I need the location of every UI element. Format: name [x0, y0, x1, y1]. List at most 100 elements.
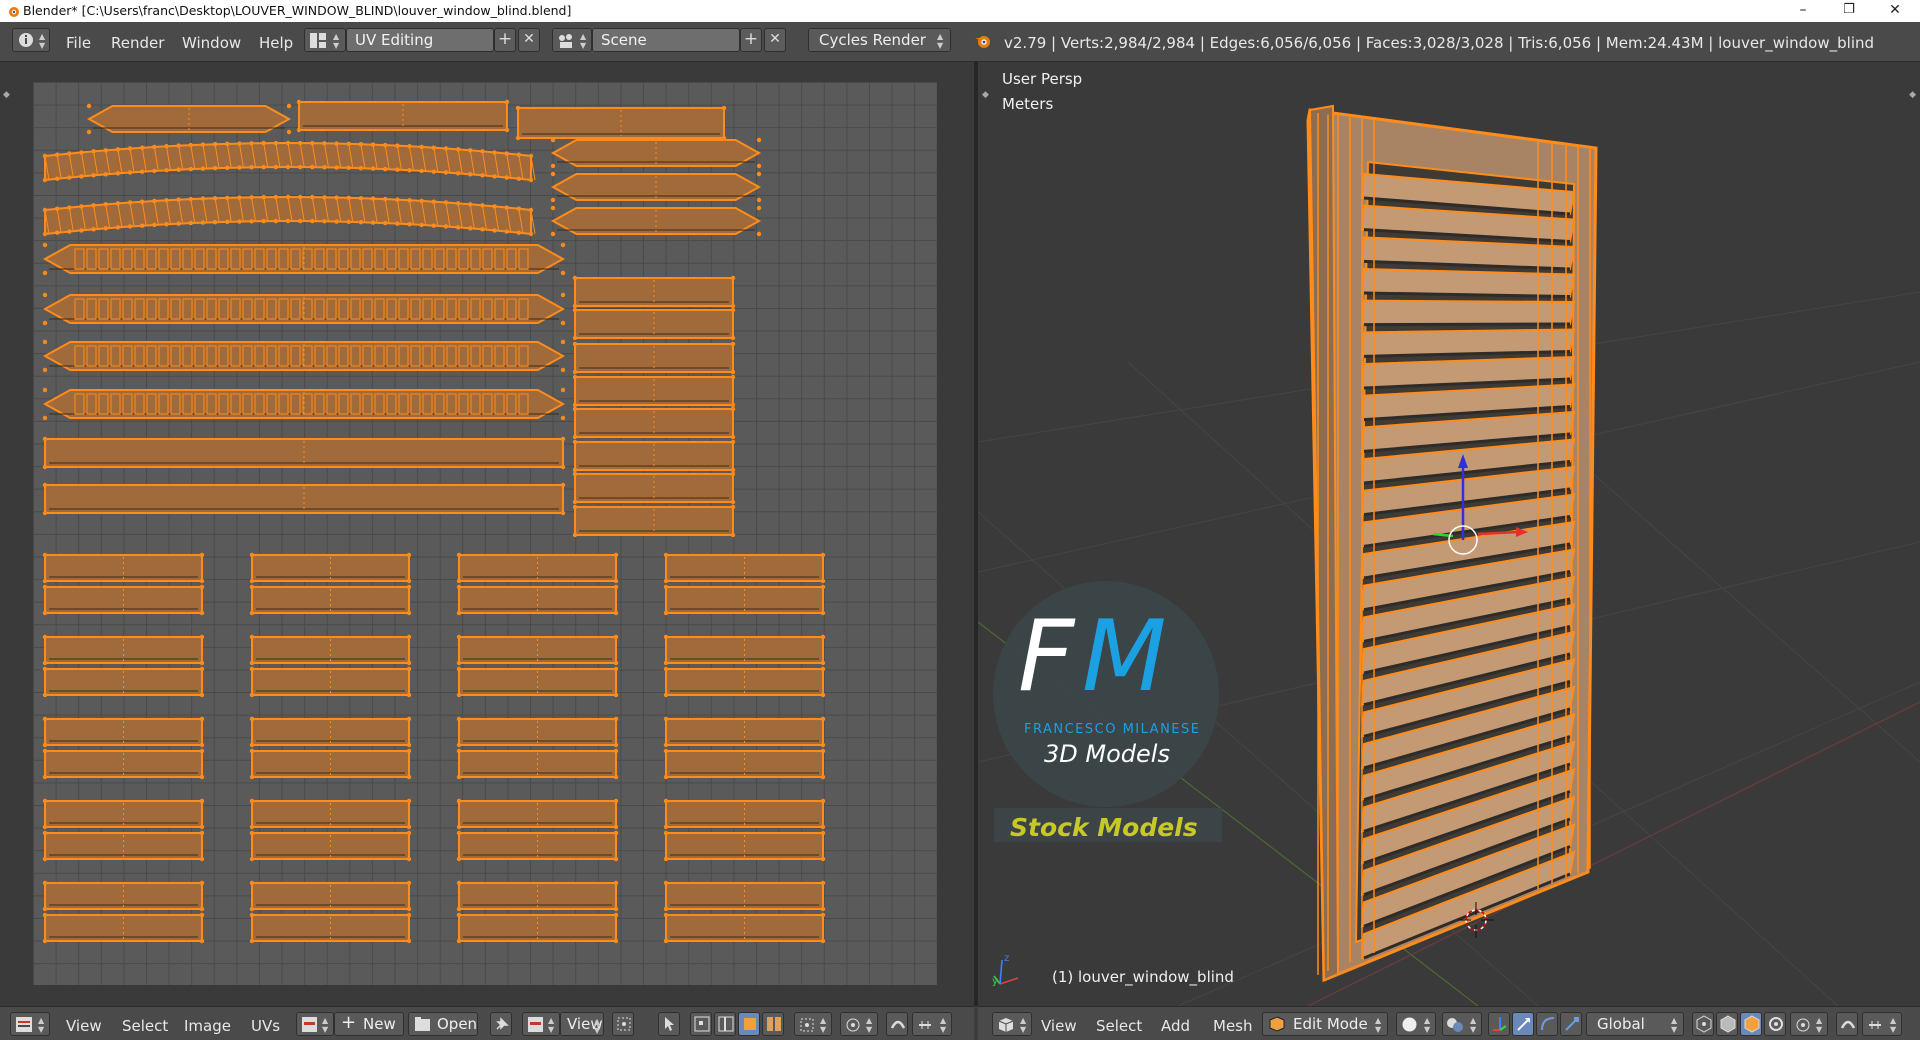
pivot-point-dropdown[interactable]: ▲ ▼: [1442, 1012, 1482, 1036]
manipulator-toggle-icon[interactable]: [1488, 1012, 1510, 1036]
snap-icon[interactable]: [886, 1012, 908, 1036]
uv-island: [249, 798, 412, 830]
island-select-icon[interactable]: [762, 1012, 784, 1036]
louver-window-blind-mesh[interactable]: [1306, 104, 1598, 983]
uv-vertex: [613, 666, 619, 672]
menu-file[interactable]: File: [66, 34, 91, 52]
sticky-select-dropdown[interactable]: ▲ ▼: [794, 1012, 832, 1036]
uv-island: [42, 634, 205, 666]
menu-help[interactable]: Help: [259, 34, 293, 52]
uv-vertex: [285, 164, 291, 170]
pivot-icon[interactable]: [612, 1012, 634, 1036]
uv-vertex: [560, 464, 566, 470]
minimize-button[interactable]: –: [1780, 0, 1826, 22]
3d-viewport[interactable]: z y ◆ ◆ User Persp Meters (1) louver_win…: [978, 62, 1920, 1006]
uv-island: [550, 137, 762, 169]
scene-field[interactable]: Scene: [592, 28, 740, 52]
proportional-edit-icon: [1796, 1018, 1810, 1032]
snap-icon[interactable]: [1836, 1012, 1858, 1036]
uv-vertex: [199, 774, 205, 780]
uv-vertex: [456, 856, 462, 862]
occlude-geometry-icon[interactable]: [1764, 1012, 1786, 1036]
uv-vertex: [756, 197, 762, 203]
uv-vertex: [249, 584, 255, 590]
close-button[interactable]: ✕: [1872, 0, 1918, 22]
uv-vertex: [42, 510, 48, 516]
sync-selection-icon[interactable]: [658, 1012, 680, 1036]
proportional-edit-dropdown[interactable]: ▲ ▼: [1790, 1012, 1828, 1036]
uv-vertex: [560, 339, 566, 345]
rotate-manipulator-icon[interactable]: [1536, 1012, 1558, 1036]
uv-vertex: [406, 856, 412, 862]
uv-vertex: [407, 168, 412, 173]
screen-layout-browse[interactable]: ▲ ▼: [304, 28, 346, 52]
new-image-button[interactable]: + New: [334, 1012, 404, 1036]
proportional-edit-icon: [846, 1018, 860, 1032]
uv-grid[interactable]: [33, 82, 937, 985]
interaction-mode-dropdown[interactable]: Edit Mode ▲ ▼: [1262, 1012, 1388, 1036]
face-select-icon[interactable]: [738, 1012, 760, 1036]
interaction-mode-label: Edit Mode: [1293, 1015, 1368, 1033]
scene-statistics: v2.79 | Verts:2,984/2,984 | Edges:6,056/…: [1004, 34, 1875, 52]
pin-icon[interactable]: [490, 1012, 512, 1036]
snap-element-dropdown[interactable]: ▲ ▼: [1862, 1012, 1902, 1036]
vertex-select-icon[interactable]: [690, 1012, 712, 1036]
toolbar-toggle-icon[interactable]: ◆: [982, 90, 989, 100]
view-menu-view[interactable]: View: [1041, 1017, 1077, 1035]
uv-vertex: [334, 165, 339, 170]
uv-vertex: [820, 938, 826, 944]
maximize-button[interactable]: ❐: [1826, 0, 1872, 22]
open-image-button[interactable]: Open: [408, 1012, 478, 1036]
editor-type-dropdown[interactable]: ▲ ▼: [992, 1012, 1032, 1036]
uv-vertex: [613, 692, 619, 698]
uv-menu-uvs[interactable]: UVs: [251, 1017, 280, 1035]
scene-browse[interactable]: ▲ ▼: [552, 28, 592, 52]
screen-layout-field[interactable]: UV Editing: [346, 28, 494, 52]
vertex-select-icon[interactable]: [1692, 1012, 1714, 1036]
render-engine-dropdown[interactable]: Cycles Render ▲ ▼: [808, 28, 951, 52]
toolbar-toggle-icon[interactable]: ◆: [3, 90, 10, 100]
menu-render[interactable]: Render: [111, 34, 164, 52]
properties-toggle-icon[interactable]: ◆: [1909, 90, 1916, 100]
uv-menu-view[interactable]: View: [66, 1017, 102, 1035]
uv-image-editor[interactable]: ◆: [0, 62, 974, 1006]
uv-vertex: [613, 912, 619, 918]
delete-scene-icon[interactable]: ✕: [764, 28, 786, 52]
delete-layout-icon[interactable]: ✕: [518, 28, 540, 52]
uv-vertex: [550, 171, 556, 177]
add-scene-icon[interactable]: +: [740, 28, 762, 52]
view-menu-add[interactable]: Add: [1161, 1017, 1190, 1035]
svg-text:z: z: [1004, 953, 1009, 964]
transform-orientation-dropdown[interactable]: Global ▲ ▼: [1586, 1012, 1684, 1036]
uv-vertex: [663, 716, 669, 722]
uv-vertex: [560, 292, 566, 298]
scale-manipulator-icon[interactable]: [1560, 1012, 1582, 1036]
snap-element-dropdown[interactable]: ▲ ▼: [912, 1012, 952, 1036]
menu-window[interactable]: Window: [182, 34, 241, 52]
uv-vertex: [820, 742, 826, 748]
viewport-shading-dropdown[interactable]: ▲ ▼: [1396, 1012, 1436, 1036]
uv-vertex: [663, 798, 669, 804]
view-menu-mesh[interactable]: Mesh: [1213, 1017, 1253, 1035]
uv-vertex: [492, 174, 497, 179]
uv-vertex: [419, 168, 424, 174]
uv-vertex: [273, 164, 279, 170]
proportional-edit-dropdown[interactable]: ▲ ▼: [840, 1012, 878, 1036]
image-browse-dropdown[interactable]: ▲ ▼: [296, 1012, 334, 1036]
uv-vertex: [572, 374, 578, 380]
edge-select-icon[interactable]: [714, 1012, 736, 1036]
uv-menu-select[interactable]: Select: [122, 1017, 168, 1035]
uv-menu-image[interactable]: Image: [184, 1017, 231, 1035]
editor-type-dropdown[interactable]: ▲ ▼: [12, 28, 50, 52]
translate-manipulator-icon[interactable]: [1512, 1012, 1534, 1036]
face-select-icon[interactable]: [1740, 1012, 1762, 1036]
edge-select-icon[interactable]: [1716, 1012, 1738, 1036]
view-menu-select[interactable]: Select: [1096, 1017, 1142, 1035]
uv-vertex: [249, 906, 255, 912]
add-layout-icon[interactable]: +: [494, 28, 516, 52]
edit-mode-icon: [1269, 1016, 1285, 1032]
uv-vertex: [249, 912, 255, 918]
editor-type-dropdown[interactable]: ▲ ▼: [10, 1012, 50, 1036]
uv-islands[interactable]: [33, 82, 937, 985]
view-mode-dropdown[interactable]: ▲ ▼: [522, 1012, 560, 1036]
